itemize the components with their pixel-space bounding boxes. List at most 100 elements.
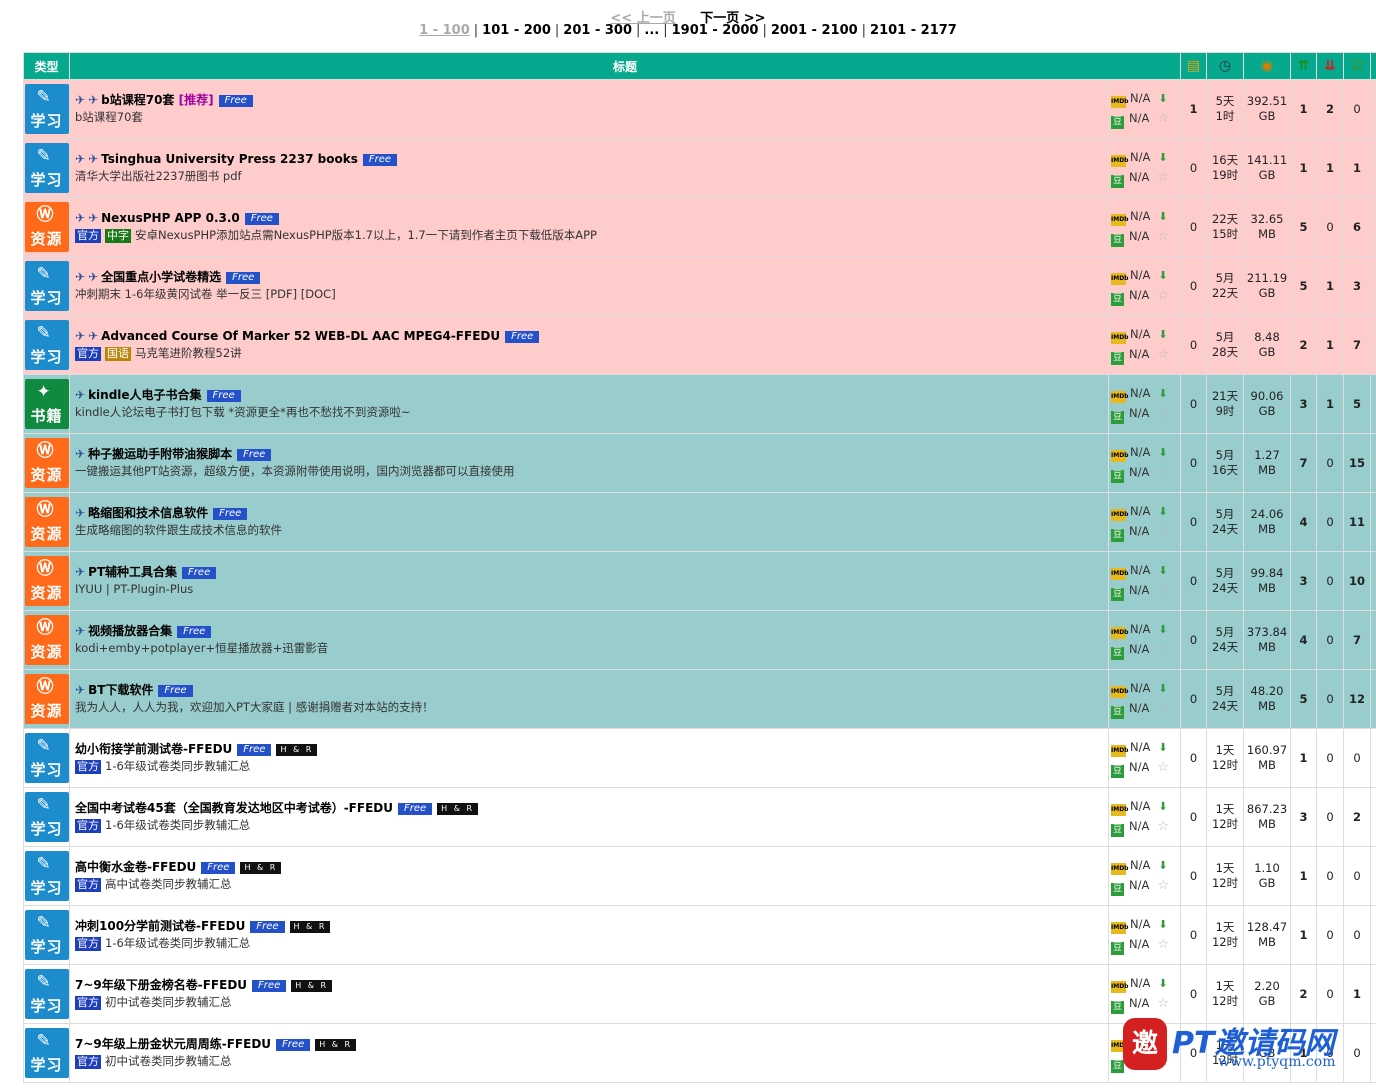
category-badge[interactable]: ✎ 学习 bbox=[24, 851, 69, 901]
download-icon[interactable]: ⬇ bbox=[1158, 741, 1167, 754]
bookmark-star-icon[interactable]: ☆ bbox=[1157, 937, 1169, 952]
seeders-count[interactable]: 3 bbox=[1290, 374, 1318, 434]
comments-count[interactable]: 1 bbox=[1180, 79, 1208, 139]
torrent-title-link[interactable]: 幼小衔接学前测试卷-FFEDU bbox=[75, 742, 232, 756]
comments-count[interactable]: 0 bbox=[1180, 905, 1208, 965]
torrent-title-link[interactable]: 全国中考试卷45套（全国教育发达地区中考试卷）-FFEDU bbox=[75, 801, 393, 815]
seeders-count[interactable]: 2 bbox=[1290, 964, 1318, 1024]
torrent-title-link[interactable]: Tsinghua University Press 2237 books bbox=[101, 152, 358, 166]
download-icon[interactable]: ⬇ bbox=[1158, 210, 1167, 223]
seeders-count[interactable]: 5 bbox=[1290, 669, 1318, 729]
seeders-count[interactable]: 3 bbox=[1290, 551, 1318, 611]
seeders-count[interactable]: 1 bbox=[1290, 905, 1318, 965]
comments-count[interactable]: 0 bbox=[1180, 138, 1208, 198]
download-icon[interactable]: ⬇ bbox=[1158, 682, 1167, 695]
header-seeders[interactable]: ⇈ bbox=[1290, 52, 1318, 80]
page-link[interactable]: 101 - 200 bbox=[482, 23, 551, 38]
header-comments[interactable]: ▤ bbox=[1180, 52, 1208, 80]
leechers-count[interactable]: 1 bbox=[1316, 315, 1345, 375]
torrent-title-link[interactable]: 7~9年级上册金状元周周练-FFEDU bbox=[75, 1037, 271, 1051]
category-badge[interactable]: ✎ 学习 bbox=[24, 1028, 69, 1078]
leechers-count[interactable]: 0 bbox=[1316, 197, 1345, 257]
torrent-title-link[interactable]: b站课程70套 bbox=[101, 93, 174, 107]
comments-count[interactable]: 0 bbox=[1180, 964, 1208, 1024]
header-title[interactable]: 标题 bbox=[68, 52, 1182, 80]
download-icon[interactable]: ⬇ bbox=[1158, 387, 1167, 400]
bookmark-star-icon[interactable]: ☆ bbox=[1157, 170, 1169, 185]
comments-count[interactable]: 0 bbox=[1180, 315, 1208, 375]
completed-count[interactable]: 12 bbox=[1343, 669, 1372, 729]
header-size[interactable]: ◉ bbox=[1243, 52, 1292, 80]
bookmark-star-icon[interactable]: ☆ bbox=[1157, 701, 1169, 716]
completed-count[interactable]: 1 bbox=[1343, 964, 1372, 1024]
seeders-count[interactable]: 1 bbox=[1290, 138, 1318, 198]
page-link[interactable]: 1901 - 2000 bbox=[672, 23, 759, 38]
leechers-count[interactable]: 0 bbox=[1316, 905, 1345, 965]
seeders-count[interactable]: 1 bbox=[1290, 846, 1318, 906]
seeders-count[interactable]: 7 bbox=[1290, 433, 1318, 493]
completed-count[interactable]: 5 bbox=[1343, 374, 1372, 434]
completed-count[interactable]: 6 bbox=[1343, 197, 1372, 257]
completed-count[interactable]: 3 bbox=[1343, 256, 1372, 316]
leechers-count[interactable]: 1 bbox=[1316, 138, 1345, 198]
seeders-count[interactable]: 5 bbox=[1290, 256, 1318, 316]
comments-count[interactable]: 0 bbox=[1180, 728, 1208, 788]
completed-count[interactable]: 11 bbox=[1343, 492, 1372, 552]
download-icon[interactable]: ⬇ bbox=[1158, 151, 1167, 164]
download-icon[interactable]: ⬇ bbox=[1158, 328, 1167, 341]
completed-count[interactable]: 10 bbox=[1343, 551, 1372, 611]
category-badge[interactable]: ✎ 学习 bbox=[24, 910, 69, 960]
download-icon[interactable]: ⬇ bbox=[1158, 564, 1167, 577]
torrent-title-link[interactable]: kindle人电子书合集 bbox=[88, 388, 201, 402]
leechers-count[interactable]: 0 bbox=[1316, 669, 1345, 729]
leechers-count[interactable]: 0 bbox=[1316, 433, 1345, 493]
category-badge[interactable]: Ⓦ 资源 bbox=[24, 497, 69, 547]
download-icon[interactable]: ⬇ bbox=[1158, 269, 1167, 282]
category-badge[interactable]: ✎ 学习 bbox=[24, 143, 69, 193]
page-link[interactable]: 2001 - 2100 bbox=[771, 23, 858, 38]
completed-count[interactable]: 0 bbox=[1343, 79, 1372, 139]
comments-count[interactable]: 0 bbox=[1180, 610, 1208, 670]
seeders-count[interactable]: 4 bbox=[1290, 492, 1318, 552]
download-icon[interactable]: ⬇ bbox=[1158, 800, 1167, 813]
completed-count[interactable]: 0 bbox=[1343, 846, 1372, 906]
torrent-title-link[interactable]: 种子搬运助手附带油猴脚本 bbox=[88, 447, 232, 461]
bookmark-star-icon[interactable]: ☆ bbox=[1157, 288, 1169, 303]
category-badge[interactable]: ✦ 书籍 bbox=[24, 379, 69, 429]
comments-count[interactable]: 0 bbox=[1180, 374, 1208, 434]
comments-count[interactable]: 0 bbox=[1180, 492, 1208, 552]
torrent-title-link[interactable]: 略缩图和技术信息软件 bbox=[88, 506, 208, 520]
torrent-title-link[interactable]: 高中衡水金卷-FFEDU bbox=[75, 860, 196, 874]
leechers-count[interactable]: 0 bbox=[1316, 610, 1345, 670]
bookmark-star-icon[interactable]: ☆ bbox=[1157, 229, 1169, 244]
category-badge[interactable]: Ⓦ 资源 bbox=[24, 674, 69, 724]
page-link[interactable]: ... bbox=[644, 23, 659, 38]
seeders-count[interactable]: 3 bbox=[1290, 787, 1318, 847]
leechers-count[interactable]: 0 bbox=[1316, 728, 1345, 788]
bookmark-star-icon[interactable]: ☆ bbox=[1157, 642, 1169, 657]
category-badge[interactable]: ✎ 学习 bbox=[24, 84, 69, 134]
download-icon[interactable]: ⬇ bbox=[1158, 92, 1167, 105]
comments-count[interactable]: 0 bbox=[1180, 256, 1208, 316]
bookmark-star-icon[interactable]: ☆ bbox=[1157, 583, 1169, 598]
download-icon[interactable]: ⬇ bbox=[1158, 505, 1167, 518]
leechers-count[interactable]: 1 bbox=[1316, 374, 1345, 434]
bookmark-star-icon[interactable]: ☆ bbox=[1157, 878, 1169, 893]
completed-count[interactable]: 7 bbox=[1343, 315, 1372, 375]
completed-count[interactable]: 15 bbox=[1343, 433, 1372, 493]
bookmark-star-icon[interactable]: ☆ bbox=[1157, 347, 1169, 362]
category-badge[interactable]: Ⓦ 资源 bbox=[24, 615, 69, 665]
torrent-title-link[interactable]: Advanced Course Of Marker 52 WEB-DL AAC … bbox=[101, 329, 500, 343]
page-link[interactable]: 2101 - 2177 bbox=[870, 23, 957, 38]
bookmark-star-icon[interactable]: ☆ bbox=[1157, 760, 1169, 775]
seeders-count[interactable]: 5 bbox=[1290, 197, 1318, 257]
category-badge[interactable]: ✎ 学习 bbox=[24, 733, 69, 783]
download-icon[interactable]: ⬇ bbox=[1158, 859, 1167, 872]
download-icon[interactable]: ⬇ bbox=[1158, 918, 1167, 931]
leechers-count[interactable]: 0 bbox=[1316, 846, 1345, 906]
header-type[interactable]: 类型 bbox=[23, 52, 70, 80]
bookmark-star-icon[interactable]: ☆ bbox=[1157, 406, 1169, 421]
download-icon[interactable]: ⬇ bbox=[1158, 446, 1167, 459]
comments-count[interactable]: 0 bbox=[1180, 787, 1208, 847]
leechers-count[interactable]: 0 bbox=[1316, 787, 1345, 847]
